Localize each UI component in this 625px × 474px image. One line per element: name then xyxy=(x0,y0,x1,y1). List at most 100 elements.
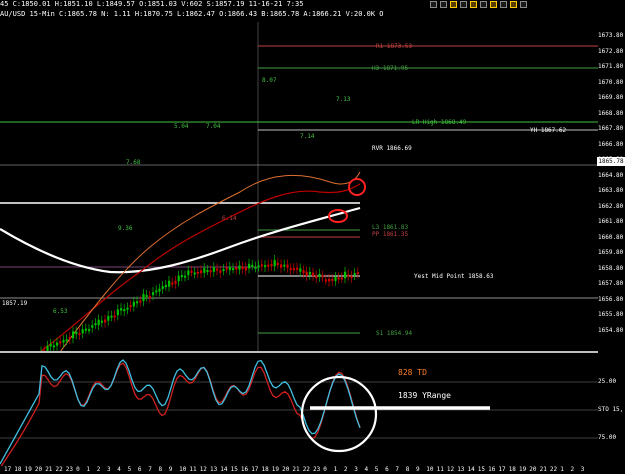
grid-icon[interactable] xyxy=(450,1,457,8)
price-axis-label: 1660.80 xyxy=(598,233,624,241)
candle-body xyxy=(273,260,276,267)
candle-body xyxy=(235,267,238,270)
time-axis-label: 8 xyxy=(405,466,410,473)
candle-body xyxy=(152,292,155,296)
candle-body xyxy=(136,301,139,304)
candle-body xyxy=(94,323,97,326)
candle-body xyxy=(324,279,327,282)
time-axis-label: 10 xyxy=(426,466,434,473)
annotation-1857-19: 1857.19 xyxy=(2,300,28,307)
price-chart[interactable]: 8.07 7.13 5.04 7.04 7.14 7.68 9.36 6.53 … xyxy=(0,22,598,352)
maximize-icon[interactable] xyxy=(440,1,447,8)
candle-body xyxy=(196,271,199,274)
annotation-6-14: 6.14 xyxy=(222,215,237,222)
stoch-d-line xyxy=(0,362,361,466)
candle-body xyxy=(56,342,59,346)
draw-icon[interactable] xyxy=(480,1,487,8)
candle-body xyxy=(264,265,267,268)
price-axis-label: 1669.80 xyxy=(598,94,624,101)
time-axis-label: 17 xyxy=(4,466,12,473)
stochastic-panel[interactable]: 828 TD 1839 YRange xyxy=(0,354,598,466)
candle-body xyxy=(232,268,235,271)
candle-body xyxy=(116,309,119,316)
candle-body xyxy=(280,264,283,268)
time-axis[interactable]: 17 18 19 20 21 22 23 0 1 2 3 4 5 6 7 8 9 10 11 12 13 14 15 16 17… xyxy=(0,465,598,474)
candle-body xyxy=(88,329,91,332)
candle-body xyxy=(49,343,52,347)
time-axis-label: 23 xyxy=(313,466,321,473)
candle-body xyxy=(132,301,135,307)
candle-body xyxy=(212,267,215,272)
candle-body xyxy=(344,271,347,279)
candle-body xyxy=(62,340,65,343)
h3-label: H3 1871.95 xyxy=(372,65,409,72)
highlight-circle-stoch xyxy=(300,375,378,453)
time-axis-label: 11 xyxy=(436,466,444,473)
candle-body xyxy=(126,307,129,310)
settings-icon[interactable] xyxy=(500,1,507,8)
time-axis-label: 22 xyxy=(549,466,558,473)
candle-body xyxy=(171,282,174,285)
time-axis-label: 18 xyxy=(261,466,269,473)
price-axis-label: 1662.80 xyxy=(598,202,624,210)
candle-body xyxy=(353,273,356,276)
candle-body xyxy=(350,276,353,279)
candle-body xyxy=(123,309,126,312)
candle-body xyxy=(305,271,308,276)
time-axis-label: 11 xyxy=(189,466,197,473)
price-axis-label: 1656.80 xyxy=(598,295,624,303)
candle-body xyxy=(107,315,110,321)
candle-body xyxy=(312,272,315,277)
candle-body xyxy=(81,329,84,334)
time-axis-label: 1 xyxy=(333,466,338,473)
time-axis-label: 6 xyxy=(137,466,142,473)
candle-body xyxy=(78,333,81,336)
candle-body xyxy=(97,319,100,326)
candle-body xyxy=(177,275,180,282)
time-axis-label: 22 xyxy=(302,466,310,473)
time-axis-label: 1 xyxy=(560,466,564,473)
candle-body xyxy=(161,286,164,289)
time-axis-label: 2 xyxy=(96,466,101,473)
candle-body xyxy=(299,268,302,272)
candle-body xyxy=(321,275,324,278)
time-axis-label: 3 xyxy=(580,466,585,473)
candle-body xyxy=(289,268,292,271)
time-axis-label: 19 xyxy=(24,466,32,473)
r1-label: R1 1873.53 xyxy=(376,43,413,50)
panel-separator[interactable] xyxy=(0,351,598,353)
time-axis-label: 22 xyxy=(55,466,63,473)
time-axis-label: 5 xyxy=(127,466,132,473)
candle-body xyxy=(180,275,183,278)
annotation-7-68: 7.68 xyxy=(126,159,141,166)
candle-body xyxy=(302,270,305,274)
candle-body xyxy=(248,263,251,269)
time-axis-label: 8 xyxy=(158,466,163,473)
candle-body xyxy=(75,331,78,335)
l3-label: L3 1861.83 xyxy=(372,224,409,231)
yest-mid-label: Yest Mid Point 1858.63 xyxy=(414,273,494,280)
zoom-icon[interactable] xyxy=(460,1,467,8)
text-icon[interactable] xyxy=(490,1,497,8)
candle-body xyxy=(238,265,241,270)
candle-body xyxy=(216,268,219,271)
cursor-icon[interactable] xyxy=(470,1,477,8)
window-icon[interactable] xyxy=(510,1,517,8)
time-axis-label: 17 xyxy=(498,466,506,473)
price-axis-label: 1659.80 xyxy=(598,249,624,256)
candle-body xyxy=(148,296,151,299)
candle-body xyxy=(222,269,225,272)
candle-body xyxy=(164,285,167,288)
candle-body xyxy=(145,295,148,298)
annotation-5-04: 5.04 xyxy=(174,123,189,130)
s1-label: S1 1854.94 xyxy=(376,330,413,337)
time-axis-label: 9 xyxy=(416,466,420,473)
minimize-icon[interactable] xyxy=(430,1,437,8)
candle-body xyxy=(155,290,158,293)
time-axis-label: 5 xyxy=(374,466,379,473)
time-axis-label: 12 xyxy=(446,466,455,473)
time-axis-label: 21 xyxy=(292,466,300,473)
time-axis-label: 3 xyxy=(107,466,111,473)
current-price-tag: 1865.78 xyxy=(597,157,625,166)
close-icon[interactable] xyxy=(520,1,527,8)
